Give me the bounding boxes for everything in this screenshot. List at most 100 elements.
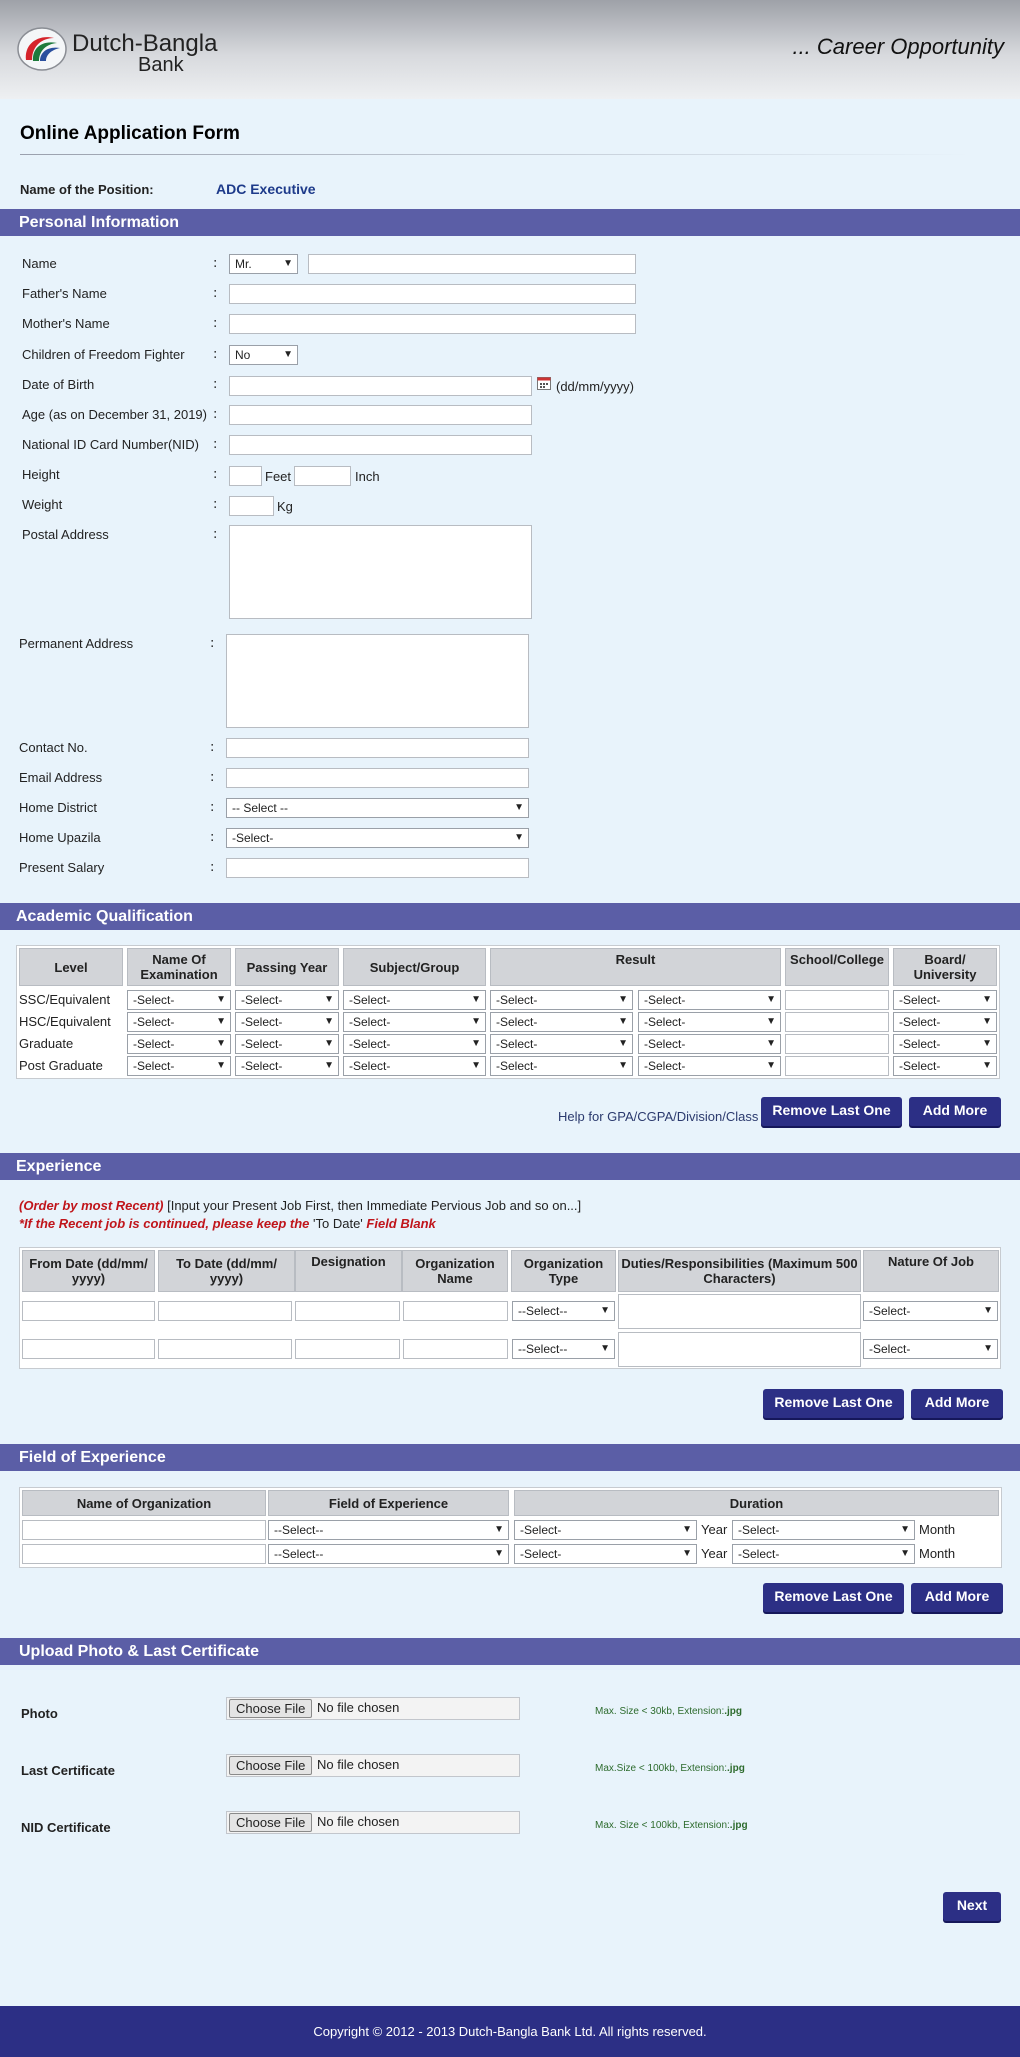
designation-input[interactable] [295, 1301, 400, 1321]
home-district-select[interactable]: -- Select -- ▼ [226, 798, 529, 818]
exam-name-select[interactable]: -Select- ▼ [127, 1056, 231, 1076]
organization-type-select[interactable]: --Select-- ▼ [512, 1301, 615, 1321]
nature-of-job-select[interactable]: -Select- ▼ [863, 1301, 998, 1321]
age-input[interactable] [229, 405, 532, 425]
height-feet-input[interactable] [229, 466, 262, 486]
result-type-select[interactable]: -Select- ▼ [490, 1012, 633, 1032]
school-college-input[interactable] [785, 1034, 889, 1054]
school-college-input[interactable] [785, 1056, 889, 1076]
organization-type-select[interactable]: --Select-- ▼ [512, 1339, 615, 1359]
colon: : [210, 770, 215, 785]
field-add-more-button[interactable]: Add More [911, 1583, 1003, 1612]
school-college-input[interactable] [785, 1012, 889, 1032]
subject-select[interactable]: -Select- ▼ [343, 990, 486, 1010]
weight-input[interactable] [229, 496, 274, 516]
board-select[interactable]: -Select- ▼ [893, 1034, 997, 1054]
experience-header-org-name: Organization Name [402, 1250, 508, 1292]
duties-textarea[interactable] [618, 1332, 861, 1367]
duties-textarea[interactable] [618, 1294, 861, 1329]
duration-year-select-value: -Select- [520, 1523, 562, 1537]
certificate-choose-file-button[interactable]: Choose File [229, 1756, 313, 1775]
passing-year-select[interactable]: -Select- ▼ [235, 1012, 339, 1032]
home-district-label: Home District [19, 800, 98, 815]
result-type-select[interactable]: -Select- ▼ [490, 1034, 633, 1054]
permanent-address-textarea[interactable] [226, 634, 529, 728]
chevron-down-icon: ▼ [618, 1038, 628, 1049]
home-upazila-value: -Select- [232, 831, 274, 845]
name-input[interactable] [308, 254, 636, 274]
field-org-name-input[interactable] [22, 1520, 266, 1540]
experience-add-more-button[interactable]: Add More [911, 1389, 1003, 1418]
next-button[interactable]: Next [943, 1892, 1001, 1921]
certificate-file-input[interactable]: Choose File No file chosen [226, 1754, 520, 1777]
chevron-down-icon: ▼ [600, 1305, 610, 1316]
field-remove-last-button[interactable]: Remove Last One [763, 1583, 904, 1612]
weight-label: Weight [22, 497, 63, 512]
nid-choose-file-button[interactable]: Choose File [229, 1813, 313, 1832]
subject-select[interactable]: -Select- ▼ [343, 1056, 486, 1076]
exam-name-select[interactable]: -Select- ▼ [127, 1034, 231, 1054]
result-type-select[interactable]: -Select- ▼ [490, 1056, 633, 1076]
experience-remove-last-button[interactable]: Remove Last One [763, 1389, 904, 1418]
chevron-down-icon: ▼ [471, 1060, 481, 1071]
photo-file-input[interactable]: Choose File No file chosen [226, 1697, 520, 1720]
to-date-input[interactable] [158, 1339, 292, 1359]
dob-input[interactable] [229, 376, 532, 396]
board-select[interactable]: -Select- ▼ [893, 990, 997, 1010]
calendar-icon[interactable] [537, 376, 551, 390]
subject-select[interactable]: -Select- ▼ [343, 1034, 486, 1054]
nid-input[interactable] [229, 435, 532, 455]
designation-input[interactable] [295, 1339, 400, 1359]
organization-name-input[interactable] [403, 1339, 508, 1359]
experience-header-to: To Date (dd/mm/ yyyy) [158, 1250, 295, 1292]
exam-name-select[interactable]: -Select- ▼ [127, 990, 231, 1010]
nid-file-input[interactable]: Choose File No file chosen [226, 1811, 520, 1834]
duration-month-select[interactable]: -Select- ▼ [732, 1544, 915, 1564]
academic-remove-last-button[interactable]: Remove Last One [761, 1097, 902, 1126]
father-name-input[interactable] [229, 284, 636, 304]
passing-year-select[interactable]: -Select- ▼ [235, 990, 339, 1010]
duration-year-select[interactable]: -Select- ▼ [514, 1544, 697, 1564]
contact-input[interactable] [226, 738, 529, 758]
field-org-name-input[interactable] [22, 1544, 266, 1564]
subject-select[interactable]: -Select- ▼ [343, 1012, 486, 1032]
duration-month-select[interactable]: -Select- ▼ [732, 1520, 915, 1540]
colon: : [213, 527, 218, 542]
from-date-input[interactable] [22, 1339, 155, 1359]
freedom-fighter-select[interactable]: No ▼ [229, 345, 298, 365]
result-value-select[interactable]: -Select- ▼ [638, 990, 781, 1010]
board-select-value: -Select- [899, 1015, 941, 1029]
exam-name-select[interactable]: -Select- ▼ [127, 1012, 231, 1032]
to-date-input[interactable] [158, 1301, 292, 1321]
result-value-select[interactable]: -Select- ▼ [638, 1056, 781, 1076]
result-value-select[interactable]: -Select- ▼ [638, 1034, 781, 1054]
duration-year-select[interactable]: -Select- ▼ [514, 1520, 697, 1540]
name-title-select[interactable]: Mr. ▼ [229, 254, 298, 274]
result-value-select[interactable]: -Select- ▼ [638, 1012, 781, 1032]
organization-name-input[interactable] [403, 1301, 508, 1321]
experience-header-designation: Designation [295, 1250, 402, 1292]
field-of-experience-select-value: --Select-- [274, 1547, 324, 1561]
field-of-experience-select[interactable]: --Select-- ▼ [268, 1544, 509, 1564]
home-upazila-select[interactable]: -Select- ▼ [226, 828, 529, 848]
height-inch-input[interactable] [294, 466, 351, 486]
nature-of-job-select[interactable]: -Select- ▼ [863, 1339, 998, 1359]
experience-note-order-text: [Input your Present Job First, then Imme… [163, 1198, 582, 1213]
board-select[interactable]: -Select- ▼ [893, 1012, 997, 1032]
email-input[interactable] [226, 768, 529, 788]
section-field-of-experience: Field of Experience [0, 1444, 1020, 1471]
mother-name-input[interactable] [229, 314, 636, 334]
result-type-select[interactable]: -Select- ▼ [490, 990, 633, 1010]
passing-year-select[interactable]: -Select- ▼ [235, 1056, 339, 1076]
from-date-input[interactable] [22, 1301, 155, 1321]
field-of-experience-select[interactable]: --Select-- ▼ [268, 1520, 509, 1540]
gpa-help-link[interactable]: Help for GPA/CGPA/Division/Class [558, 1109, 758, 1124]
passing-year-select[interactable]: -Select- ▼ [235, 1034, 339, 1054]
present-salary-input[interactable] [226, 858, 529, 878]
experience-header-from: From Date (dd/mm/ yyyy) [22, 1250, 155, 1292]
postal-address-textarea[interactable] [229, 525, 532, 619]
board-select[interactable]: -Select- ▼ [893, 1056, 997, 1076]
school-college-input[interactable] [785, 990, 889, 1010]
academic-add-more-button[interactable]: Add More [909, 1097, 1001, 1126]
photo-choose-file-button[interactable]: Choose File [229, 1699, 313, 1718]
